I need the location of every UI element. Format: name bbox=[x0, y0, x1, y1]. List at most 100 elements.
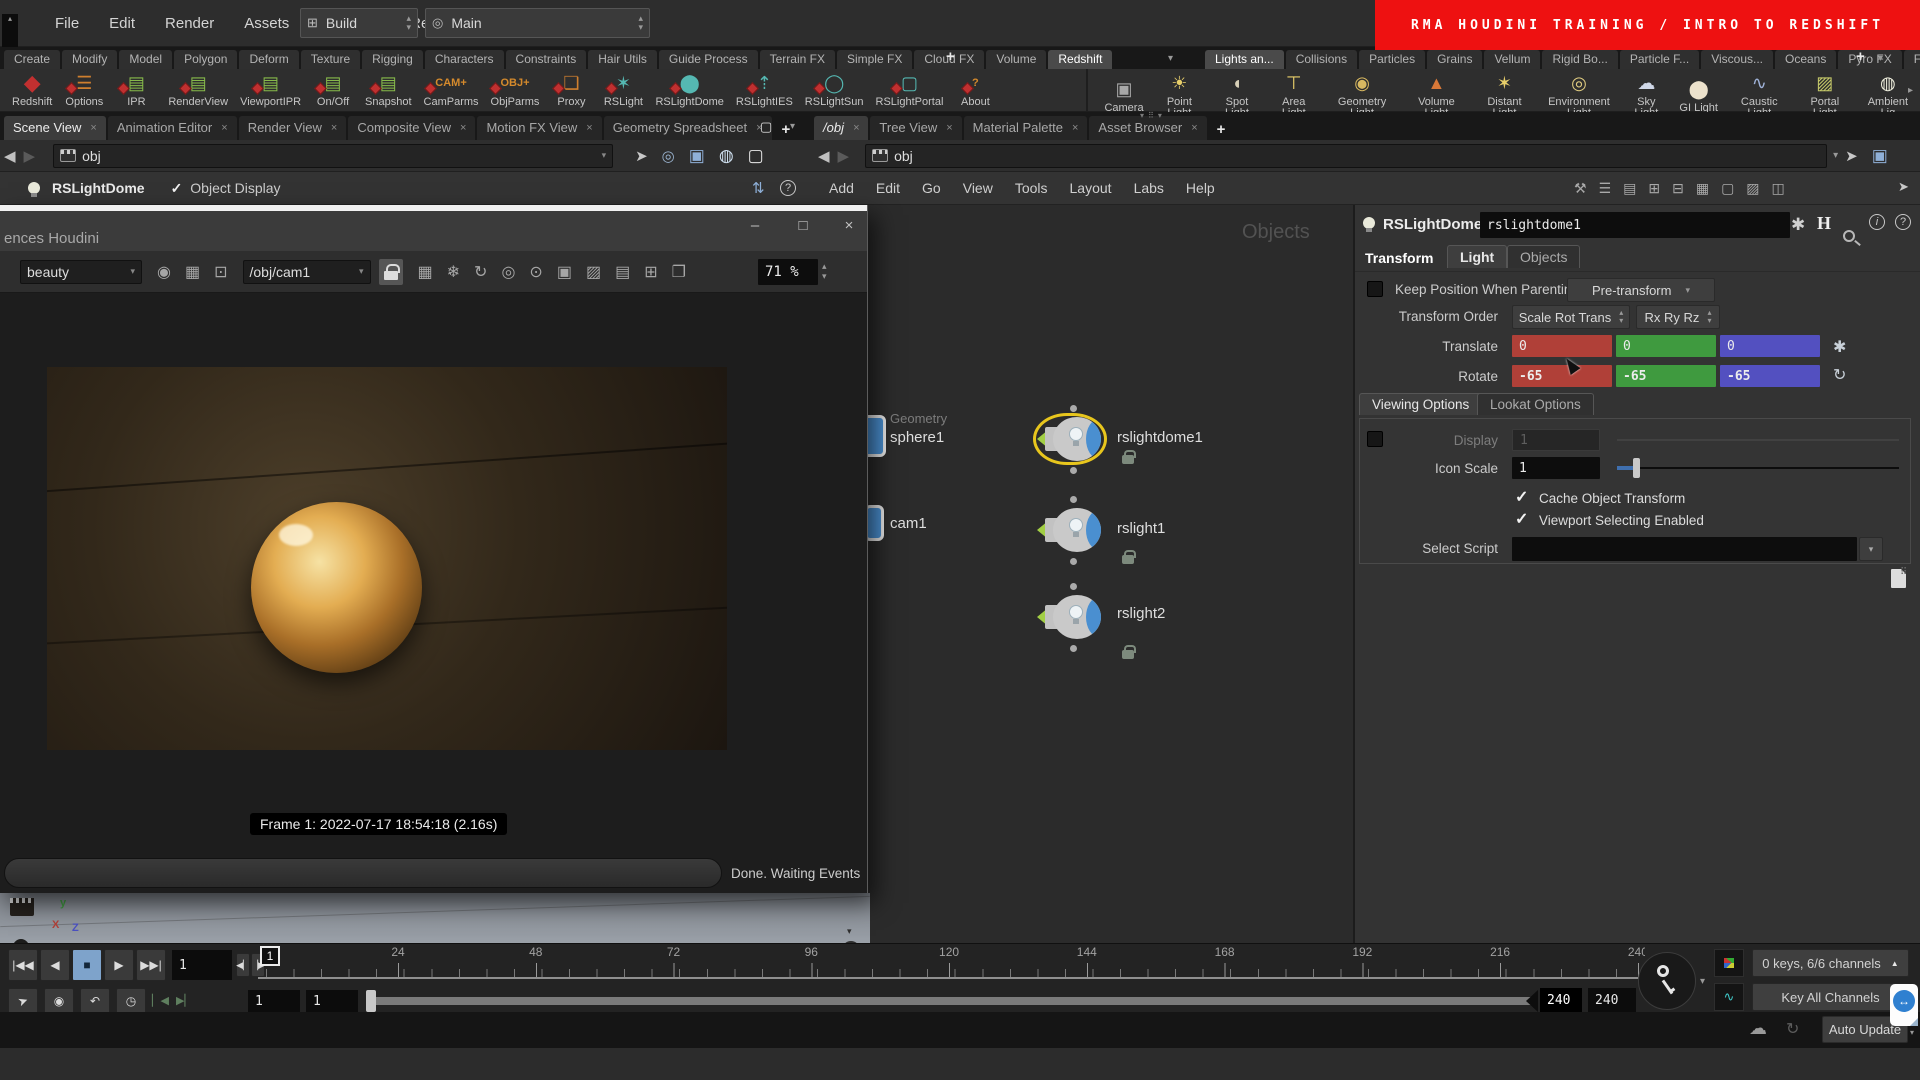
icon-scale-field[interactable]: 1 bbox=[1512, 457, 1600, 479]
shelf-tab[interactable]: FEM bbox=[1904, 50, 1920, 69]
translate-gizmo-icon[interactable]: ✱ bbox=[1833, 337, 1846, 357]
shelf-tool[interactable]: ◯ RSLightSun bbox=[799, 70, 870, 108]
menu-item[interactable]: Assets bbox=[229, 0, 304, 47]
network-menu-item[interactable]: Labs bbox=[1123, 180, 1175, 196]
shelf-tab[interactable]: Particle F... bbox=[1620, 50, 1699, 69]
node-input-dot[interactable] bbox=[1070, 583, 1077, 590]
realtime-toggle-button[interactable]: ↶ bbox=[80, 988, 110, 1014]
tab-transform[interactable]: Transform bbox=[1365, 250, 1433, 266]
shelf-tool[interactable]: ▤ ViewportIPR bbox=[234, 70, 307, 108]
close-tab-icon[interactable]: × bbox=[221, 116, 227, 140]
scene-path-field[interactable]: obj ▾ bbox=[53, 144, 613, 168]
help-icon[interactable]: ? bbox=[1895, 214, 1911, 230]
node-label-sphere1[interactable]: sphere1 bbox=[890, 429, 944, 446]
prev-key-icon[interactable]: ▏◀ bbox=[152, 994, 169, 1007]
network-menu-item[interactable]: Layout bbox=[1059, 180, 1123, 196]
keys-channels-dropdown[interactable]: 0 keys, 6/6 channels ▲ bbox=[1752, 949, 1909, 977]
pane-tab[interactable]: Composite View × bbox=[348, 116, 475, 140]
range-end-field[interactable]: 240 bbox=[1588, 988, 1636, 1012]
add-shelf-tab-button-2[interactable]: + bbox=[1848, 47, 1873, 67]
network-toolbar-icon[interactable]: ▤ bbox=[1623, 180, 1636, 197]
channel-scope-button[interactable]: ∿ bbox=[1714, 983, 1744, 1011]
pane-tab[interactable]: Tree View × bbox=[870, 116, 961, 140]
viewport-selecting-checkbox[interactable]: ✓ bbox=[1515, 509, 1528, 529]
network-editor[interactable]: Objects Geometry sphere1 cam1 rslightdom… bbox=[810, 205, 1353, 1012]
close-tab-icon[interactable]: × bbox=[90, 116, 96, 140]
renderview-icon[interactable]: ▤ bbox=[615, 262, 630, 282]
shelf-tab[interactable]: Redshift bbox=[1048, 50, 1112, 69]
range-slider-track[interactable] bbox=[366, 997, 1536, 1005]
refresh-icon[interactable]: ↻ bbox=[1786, 1019, 1799, 1039]
maximize-button[interactable]: □ bbox=[786, 217, 820, 234]
snapshot-frame-icon[interactable]: ▣ bbox=[1872, 146, 1888, 166]
shelf-tab[interactable]: Modify bbox=[62, 50, 117, 69]
network-menu-item[interactable]: View bbox=[952, 180, 1004, 196]
network-toolbar-icon[interactable]: ▨ bbox=[1746, 180, 1759, 197]
takes-stepper[interactable]: ▴▾ bbox=[638, 14, 643, 32]
desktop-stepper[interactable]: ▴▾ bbox=[406, 14, 411, 32]
shelf-tab[interactable]: Collisions bbox=[1286, 50, 1357, 69]
node-output-dot[interactable] bbox=[1070, 645, 1077, 652]
shelf-tab[interactable]: Simple FX bbox=[837, 50, 912, 69]
node-output-dot[interactable] bbox=[1070, 558, 1077, 565]
stop-button[interactable]: ■ bbox=[72, 949, 102, 981]
shelf-tab[interactable]: Texture bbox=[301, 50, 360, 69]
clock-button[interactable]: ◷ bbox=[116, 988, 146, 1014]
op-type-icon[interactable] bbox=[1363, 217, 1375, 229]
shelf-tab[interactable]: Create bbox=[4, 50, 60, 69]
pane-split-icon[interactable]: ▢ bbox=[760, 119, 772, 135]
keep-position-checkbox[interactable] bbox=[1367, 281, 1383, 297]
shelf-overflow-arrow[interactable]: ▾ bbox=[1168, 53, 1173, 64]
shelf-tab[interactable]: Rigging bbox=[362, 50, 423, 69]
close-tab-icon[interactable]: × bbox=[460, 116, 466, 140]
renderview-icon[interactable]: ❄ bbox=[447, 262, 460, 282]
node-rslight2[interactable] bbox=[1037, 595, 1103, 639]
network-toolbar-icon[interactable]: ▢ bbox=[1721, 180, 1734, 197]
memory-brain-icon[interactable]: ☁ bbox=[1749, 1018, 1767, 1039]
range-slider-left-handle[interactable] bbox=[366, 990, 376, 1012]
tab-lookat-options[interactable]: Lookat Options bbox=[1477, 393, 1594, 415]
renderview-icon[interactable]: ▣ bbox=[557, 262, 572, 282]
network-toolbar-icon[interactable]: ▦ bbox=[1696, 180, 1709, 197]
next-key-icon[interactable]: ▶▏ bbox=[176, 994, 193, 1007]
forward-arrow-icon[interactable]: ▶ bbox=[838, 147, 850, 165]
chevron-down-icon[interactable]: ▾ bbox=[1833, 150, 1838, 161]
display-flag-check[interactable]: ✓ bbox=[171, 180, 183, 197]
minimize-button[interactable]: – bbox=[738, 217, 772, 234]
rotate-gizmo-icon[interactable]: ↻ bbox=[1833, 365, 1846, 385]
close-tab-icon[interactable]: × bbox=[586, 116, 592, 140]
network-toolbar-icon[interactable]: ☰ bbox=[1599, 180, 1612, 197]
shelf-menu-arrow[interactable]: ▾ bbox=[1878, 53, 1883, 64]
shelf-tab[interactable]: Rigid Bo... bbox=[1542, 50, 1617, 69]
select-script-dropdown[interactable]: ▾ bbox=[1859, 537, 1883, 561]
shelf-tool[interactable]: ⇡ RSLightIES bbox=[730, 70, 799, 108]
pane-maximize-control[interactable]: ▴ bbox=[2, 14, 18, 47]
network-path-field[interactable]: obj bbox=[865, 144, 1827, 168]
pane-tab[interactable]: Motion FX View × bbox=[477, 116, 601, 140]
shelf-tool[interactable]: ▣ Camera bbox=[1098, 76, 1150, 114]
menu-item[interactable]: Render bbox=[150, 0, 229, 47]
node-rslight1[interactable] bbox=[1037, 508, 1103, 552]
shelf-tool[interactable]: ? About bbox=[949, 70, 1001, 108]
window-titlebar[interactable]: ences Houdini – □ × bbox=[0, 211, 867, 251]
renderview-icon[interactable]: ⊙ bbox=[529, 262, 542, 282]
pretransform-dropdown[interactable]: Pre-transform ▾ bbox=[1567, 278, 1715, 302]
network-toolbar-icon[interactable]: ⚒ bbox=[1574, 180, 1587, 197]
shelf-tool[interactable]: ✶ RSLight bbox=[597, 70, 649, 108]
target-icon[interactable]: ◎ bbox=[662, 147, 675, 165]
tab-objects[interactable]: Objects bbox=[1507, 245, 1580, 268]
shelf-tab[interactable]: Hair Utils bbox=[588, 50, 657, 69]
sort-icon[interactable]: ⇅ bbox=[752, 179, 765, 197]
shelf-tab[interactable]: Vellum bbox=[1484, 50, 1540, 69]
network-toolbar-icon[interactable]: ⊟ bbox=[1672, 180, 1684, 197]
shelf-tool[interactable]: OBJ+ ObjParms bbox=[485, 70, 546, 108]
network-menu-item[interactable]: Go bbox=[911, 180, 952, 196]
icon-scale-slider-track[interactable] bbox=[1617, 467, 1899, 469]
back-arrow-icon[interactable]: ◀ bbox=[818, 147, 830, 165]
rotate-field[interactable]: -65 bbox=[1512, 365, 1612, 387]
rotate-field[interactable]: -65 bbox=[1616, 365, 1716, 387]
shelf-tab[interactable]: Grains bbox=[1427, 50, 1482, 69]
key-all-channels-button[interactable]: Key All Channels bbox=[1752, 983, 1909, 1011]
back-arrow-icon[interactable]: ◀ bbox=[4, 147, 16, 165]
range-start-field[interactable]: 1 bbox=[248, 990, 300, 1012]
